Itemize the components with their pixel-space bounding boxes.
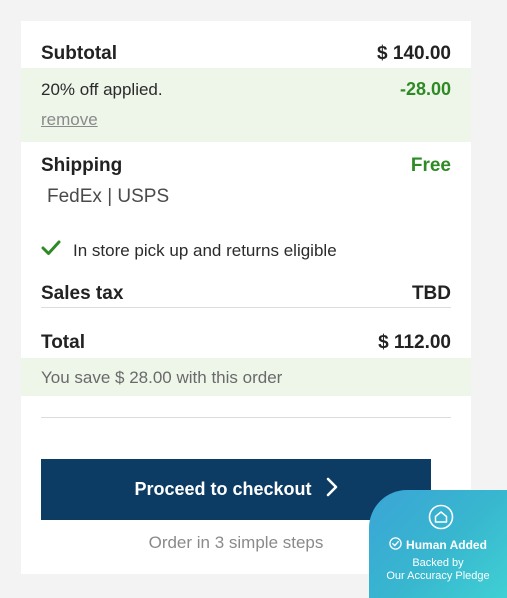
sales-tax-row: Sales tax TBD [41, 283, 451, 305]
divider [41, 417, 451, 418]
subtotal-value: $ 140.00 [377, 43, 451, 64]
accuracy-pledge-badge[interactable]: Human Added Backed by Our Accuracy Pledg… [369, 490, 507, 598]
badge-subtitle-line1: Backed by [412, 557, 464, 569]
badge-title: Human Added [369, 537, 507, 553]
home-shield-icon [428, 504, 454, 535]
shipping-label: Shipping [41, 155, 123, 176]
check-icon [41, 240, 73, 261]
badge-title-text: Human Added [406, 538, 487, 552]
shipping-row: Shipping Free [41, 155, 451, 177]
discount-value: -28.00 [399, 79, 451, 99]
subtotal-row: Subtotal $ 140.00 [41, 43, 451, 65]
discount-block: 20% off applied. -28.00 remove [21, 68, 471, 142]
pickup-eligibility: In store pick up and returns eligible [41, 240, 337, 261]
chevron-right-icon [312, 477, 338, 502]
total-label: Total [41, 332, 85, 353]
total-row: Total $ 112.00 [41, 332, 451, 354]
total-value: $ 112.00 [378, 332, 451, 353]
pickup-text: In store pick up and returns eligible [73, 240, 337, 260]
discount-text: 20% off applied. [41, 80, 163, 99]
divider [41, 307, 451, 308]
shipping-value: Free [410, 155, 451, 176]
sales-tax-label: Sales tax [41, 283, 124, 304]
savings-block: You save $ 28.00 with this order [21, 358, 471, 396]
badge-subtitle-line2: Our Accuracy Pledge [386, 570, 490, 582]
savings-text: You save $ 28.00 with this order [41, 368, 283, 387]
sales-tax-value: TBD [411, 283, 451, 304]
subtotal-label: Subtotal [41, 43, 117, 64]
page: Subtotal $ 140.00 20% off applied. -28.0… [0, 0, 507, 598]
check-circle-icon [389, 537, 406, 553]
shipping-carriers: FedEx | USPS [47, 186, 170, 207]
badge-subtitle: Backed by Our Accuracy Pledge [369, 557, 507, 583]
checkout-button-label: Proceed to checkout [134, 479, 312, 499]
remove-discount-link[interactable]: remove [41, 110, 98, 130]
